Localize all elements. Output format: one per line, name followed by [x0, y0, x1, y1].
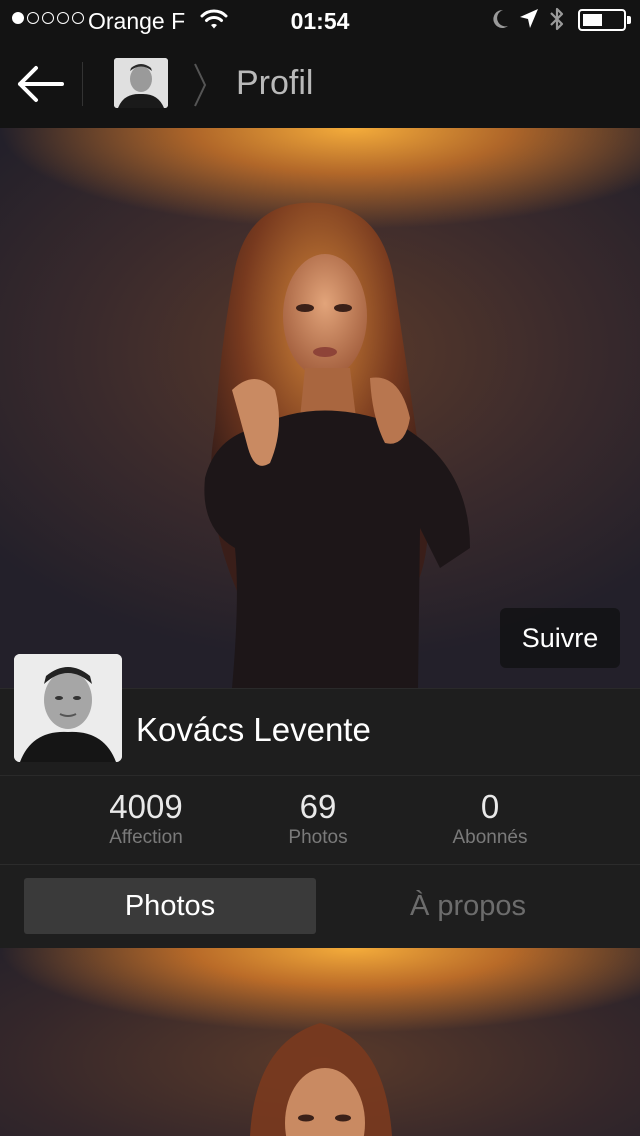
moon-icon: [490, 7, 510, 37]
profile-tabs: Photos À propos: [0, 865, 640, 948]
stat-value: 4009: [109, 788, 183, 825]
stat-label: Affection: [109, 827, 183, 848]
avatar-photo: [14, 654, 122, 762]
back-button[interactable]: [10, 60, 68, 108]
profile-avatar[interactable]: [14, 654, 122, 762]
profile-stats: 4009 Affection 69 Photos 0 Abonnés: [0, 776, 640, 865]
cover-photo-image: [204, 202, 470, 688]
photo-thumbnail: [250, 1023, 392, 1136]
stat-label: Photos: [288, 827, 348, 848]
avatar-photo: [114, 58, 168, 108]
stat-followers[interactable]: 0 Abonnés: [405, 788, 575, 850]
stat-value: 0: [480, 788, 500, 825]
bluetooth-icon: [548, 5, 566, 39]
profile-name: Kovács Levente: [136, 711, 371, 748]
battery-tip: [627, 16, 631, 24]
tab-about[interactable]: À propos: [322, 878, 614, 934]
status-time: 01:54: [290, 8, 350, 34]
stat-label: Abonnés: [452, 827, 528, 848]
arrow-left-icon: [18, 66, 64, 102]
stat-photos[interactable]: 69 Photos: [233, 788, 403, 850]
chevron-right-icon: [192, 62, 208, 113]
photo-grid-item[interactable]: [0, 948, 640, 1136]
page-title: Profil: [236, 64, 314, 102]
tab-photos[interactable]: Photos: [24, 878, 316, 934]
battery-level: [583, 14, 602, 26]
cover-photo[interactable]: Suivre: [0, 128, 640, 688]
nav-divider: [82, 62, 83, 106]
nav-user-avatar[interactable]: [114, 58, 168, 108]
stat-value: 69: [299, 788, 337, 825]
status-bar: Orange F 01:54: [0, 0, 640, 40]
follow-button[interactable]: Suivre: [500, 608, 620, 668]
stat-affection[interactable]: 4009 Affection: [61, 788, 231, 850]
location-arrow-icon: [518, 7, 540, 37]
battery-icon: [578, 9, 631, 31]
navigation-bar: Profil: [0, 40, 640, 128]
